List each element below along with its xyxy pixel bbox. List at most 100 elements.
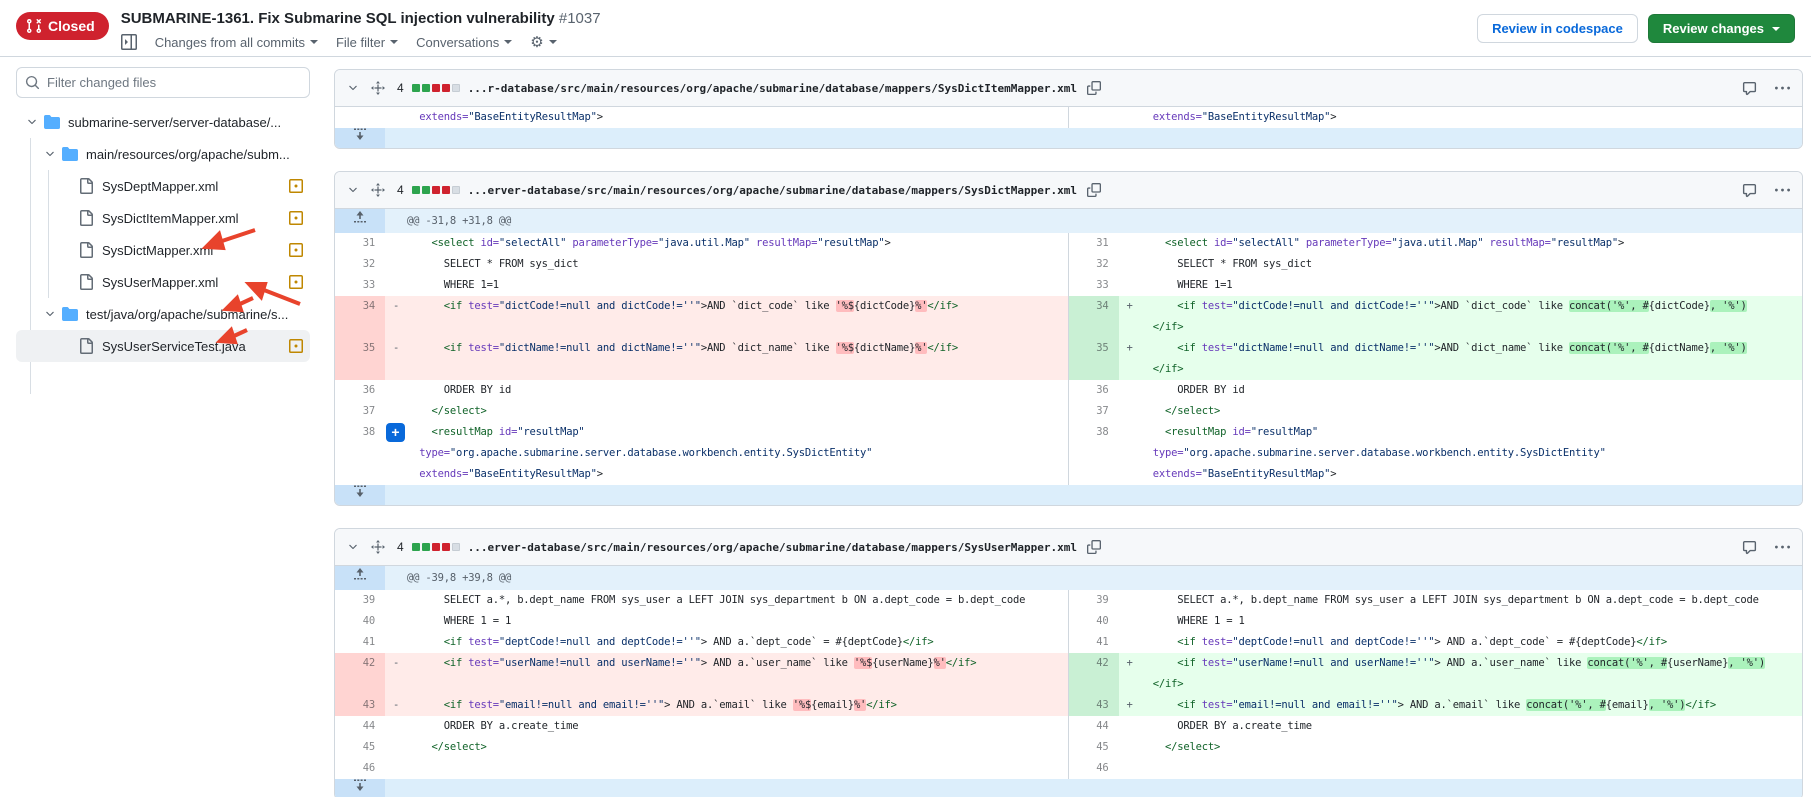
tree-file-sysusermapper-xml[interactable]: SysUserMapper.xml bbox=[16, 266, 310, 298]
line-number[interactable]: 37 bbox=[335, 401, 385, 422]
copy-path-button[interactable] bbox=[1085, 538, 1103, 556]
expand-hunk-button[interactable] bbox=[335, 566, 385, 590]
code-column: WHERE 1=1 bbox=[1141, 275, 1803, 296]
diff-marker bbox=[1119, 590, 1141, 611]
collapse-file-button[interactable] bbox=[345, 182, 361, 198]
line-number[interactable]: 45 bbox=[1069, 737, 1119, 758]
line-number[interactable]: 34 bbox=[335, 296, 385, 338]
diff-settings-dropdown[interactable]: ⚙ bbox=[530, 33, 556, 51]
changes-count: 4 bbox=[397, 81, 404, 95]
tree-file-sysdeptmapper-xml[interactable]: SysDeptMapper.xml bbox=[16, 170, 310, 202]
tree-file-sysdictitemmapper-xml[interactable]: SysDictItemMapper.xml bbox=[16, 202, 310, 234]
tree-file-sysuserservicetest-java[interactable]: SysUserServiceTest.java bbox=[16, 330, 310, 362]
line-number[interactable]: 38 bbox=[335, 422, 385, 485]
line-number[interactable]: 36 bbox=[1069, 380, 1119, 401]
line-number[interactable]: 39 bbox=[1069, 590, 1119, 611]
filter-changed-files-input[interactable] bbox=[16, 67, 310, 98]
line-number[interactable]: 44 bbox=[335, 716, 385, 737]
tree-folder-submarine-server-server-database-[interactable]: submarine-server/server-database/... bbox=[16, 106, 310, 138]
expand-lines-button[interactable] bbox=[335, 485, 385, 505]
diff-marker bbox=[1119, 758, 1141, 779]
review-in-codespace-button[interactable]: Review in codespace bbox=[1477, 14, 1638, 43]
line-number[interactable]: 32 bbox=[1069, 254, 1119, 275]
line-number[interactable]: 38 bbox=[1069, 422, 1119, 485]
drag-handle-icon[interactable] bbox=[369, 79, 387, 97]
code-line: <resultMap id="resultMap" bbox=[1141, 422, 1797, 443]
line-number[interactable]: 42 bbox=[335, 653, 385, 695]
line-number[interactable] bbox=[335, 107, 385, 128]
line-number[interactable]: 43 bbox=[1069, 695, 1119, 716]
file-path: ...erver-database/src/main/resources/org… bbox=[468, 541, 1077, 554]
line-number[interactable]: 39 bbox=[335, 590, 385, 611]
tree-folder-test-java-org-apache-submarine-s-[interactable]: test/java/org/apache/submarine/s... bbox=[16, 298, 310, 330]
diff-panel: 4...r-database/src/main/resources/org/ap… bbox=[322, 57, 1811, 797]
line-number[interactable]: 44 bbox=[1069, 716, 1119, 737]
diff-cell-add: 35+ <if test="dictName!=null and dictNam… bbox=[1069, 338, 1803, 380]
chevron-down-icon[interactable] bbox=[24, 116, 40, 128]
collapse-file-button[interactable] bbox=[345, 80, 361, 96]
line-number[interactable]: 34 bbox=[1069, 296, 1119, 338]
code-line: WHERE 1=1 bbox=[407, 275, 1062, 296]
diff-file-header: 4...erver-database/src/main/resources/or… bbox=[335, 529, 1802, 566]
line-number[interactable] bbox=[1069, 107, 1119, 128]
overflow-menu-button[interactable] bbox=[1773, 538, 1792, 557]
expand-bar[interactable] bbox=[335, 779, 1802, 797]
copy-path-button[interactable] bbox=[1085, 79, 1103, 97]
code-line: <if test="userName!=null and userName!='… bbox=[407, 653, 1062, 674]
line-number[interactable]: 40 bbox=[1069, 611, 1119, 632]
diff-file-header: 4...r-database/src/main/resources/org/ap… bbox=[335, 70, 1802, 107]
copy-path-button[interactable] bbox=[1085, 181, 1103, 199]
changes-from-dropdown[interactable]: Changes from all commits bbox=[155, 35, 318, 50]
line-number[interactable]: 36 bbox=[335, 380, 385, 401]
line-number[interactable]: 45 bbox=[335, 737, 385, 758]
line-number[interactable]: 32 bbox=[335, 254, 385, 275]
expand-bar[interactable] bbox=[335, 128, 1802, 148]
line-number[interactable]: 37 bbox=[1069, 401, 1119, 422]
line-number[interactable]: 40 bbox=[335, 611, 385, 632]
sidebar-toggle-button[interactable] bbox=[121, 34, 137, 50]
collapse-file-button[interactable] bbox=[345, 539, 361, 555]
comment-button[interactable] bbox=[1740, 538, 1759, 557]
diff-row: 33 WHERE 1=133 WHERE 1=1 bbox=[335, 275, 1802, 296]
diff-cell-ctx: 45 </select> bbox=[335, 737, 1069, 758]
chevron-down-icon[interactable] bbox=[42, 148, 58, 160]
code-column: ORDER BY a.create_time bbox=[407, 716, 1068, 737]
code-column: <if test="userName!=null and userName!='… bbox=[1141, 653, 1803, 695]
add-comment-button[interactable]: + bbox=[386, 423, 405, 442]
chevron-down-icon[interactable] bbox=[42, 308, 58, 320]
comment-button[interactable] bbox=[1740, 79, 1759, 98]
drag-handle-icon[interactable] bbox=[369, 181, 387, 199]
code-line: ORDER BY id bbox=[1141, 380, 1797, 401]
line-number[interactable]: 43 bbox=[335, 695, 385, 716]
drag-handle-icon[interactable] bbox=[369, 538, 387, 556]
line-number[interactable]: 33 bbox=[1069, 275, 1119, 296]
diff-cell-ctx: 33 WHERE 1=1 bbox=[335, 275, 1069, 296]
line-number[interactable]: 31 bbox=[335, 233, 385, 254]
comment-button[interactable] bbox=[1740, 181, 1759, 200]
diff-row: 37 </select>37 </select> bbox=[335, 401, 1802, 422]
expand-bar[interactable] bbox=[335, 485, 1802, 505]
code-line: <if test="email!=null and email!=''"> AN… bbox=[1141, 695, 1797, 716]
line-number[interactable]: 41 bbox=[1069, 632, 1119, 653]
line-number[interactable]: 31 bbox=[1069, 233, 1119, 254]
line-number[interactable]: 46 bbox=[335, 758, 385, 779]
file-filter-dropdown[interactable]: File filter bbox=[336, 35, 398, 50]
line-number[interactable]: 35 bbox=[335, 338, 385, 380]
line-number[interactable]: 46 bbox=[1069, 758, 1119, 779]
conversations-dropdown[interactable]: Conversations bbox=[416, 35, 512, 50]
expand-lines-button[interactable] bbox=[335, 128, 385, 148]
line-number[interactable]: 35 bbox=[1069, 338, 1119, 380]
overflow-menu-button[interactable] bbox=[1773, 79, 1792, 98]
review-changes-button[interactable]: Review changes bbox=[1648, 14, 1795, 43]
line-number[interactable]: 33 bbox=[335, 275, 385, 296]
line-number[interactable]: 41 bbox=[335, 632, 385, 653]
tree-folder-main-resources-org-apache-subm-[interactable]: main/resources/org/apache/subm... bbox=[16, 138, 310, 170]
diff-cell-ctx: 40 WHERE 1 = 1 bbox=[335, 611, 1069, 632]
overflow-menu-button[interactable] bbox=[1773, 181, 1792, 200]
expand-hunk-button[interactable] bbox=[335, 209, 385, 233]
expand-lines-button[interactable] bbox=[335, 779, 385, 797]
line-number[interactable]: 42 bbox=[1069, 653, 1119, 695]
tree-file-sysdictmapper-xml[interactable]: SysDictMapper.xml bbox=[16, 234, 310, 266]
code-line: <if test="dictName!=null and dictName!='… bbox=[1141, 338, 1797, 359]
tree-item-label: main/resources/org/apache/subm... bbox=[86, 147, 290, 162]
